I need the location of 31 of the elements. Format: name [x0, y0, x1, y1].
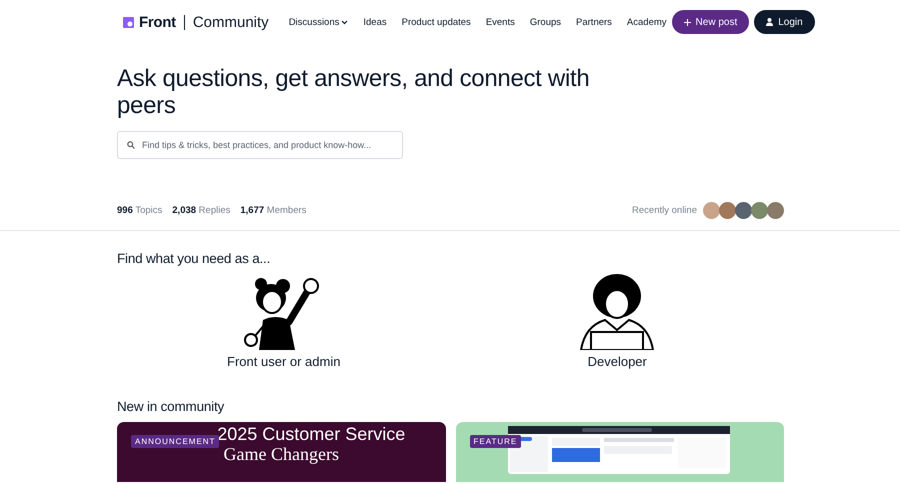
brand-name: Front — [139, 14, 176, 30]
user-icon — [766, 18, 774, 26]
post-tag: FEATURE — [470, 434, 522, 448]
role-link[interactable]: Developer — [588, 354, 647, 369]
search-field[interactable]: Find tips & tricks, best practices, and product know-how... — [117, 130, 403, 159]
banner-subtitle: Game Changers — [224, 444, 339, 464]
role-link[interactable]: Front user or admin — [227, 354, 340, 369]
nav-link[interactable]: Events — [486, 16, 515, 28]
search-icon — [127, 140, 135, 149]
section-heading: Find what you need as a... — [117, 250, 272, 266]
recently-online-label: Recently online — [632, 205, 697, 216]
nav-link[interactable]: Product updates — [402, 16, 471, 28]
nav-link[interactable]: Partners — [576, 16, 612, 28]
post-tag: ANNOUNCEMENT — [131, 434, 220, 448]
nav-link[interactable]: Ideas — [363, 16, 387, 28]
login-button[interactable]: Login — [754, 10, 815, 34]
banner-title: 2025 Customer Service — [217, 424, 406, 445]
stat-text: 1,677 Members — [240, 205, 306, 216]
post-card[interactable]: 2025 Customer Service Game Changers ANNOUNCEMENT — [117, 422, 446, 482]
stat-text: 996 Topics — [117, 205, 162, 216]
post-card[interactable]: FEATURE — [456, 422, 784, 482]
logo-icon — [123, 16, 134, 28]
product-name: Community — [192, 14, 269, 30]
plus-icon — [684, 18, 691, 26]
nav-link[interactable]: Discussions — [288, 16, 348, 28]
nav-link[interactable]: Academy — [626, 16, 667, 28]
page-heading: Ask questions, get answers, and connect with peers — [117, 66, 590, 120]
stat-text: 2,038 Replies — [172, 205, 230, 216]
new-post-button[interactable]: New post — [672, 10, 750, 34]
nav-link[interactable]: Groups — [530, 16, 562, 28]
section-heading: New in community — [117, 398, 226, 414]
